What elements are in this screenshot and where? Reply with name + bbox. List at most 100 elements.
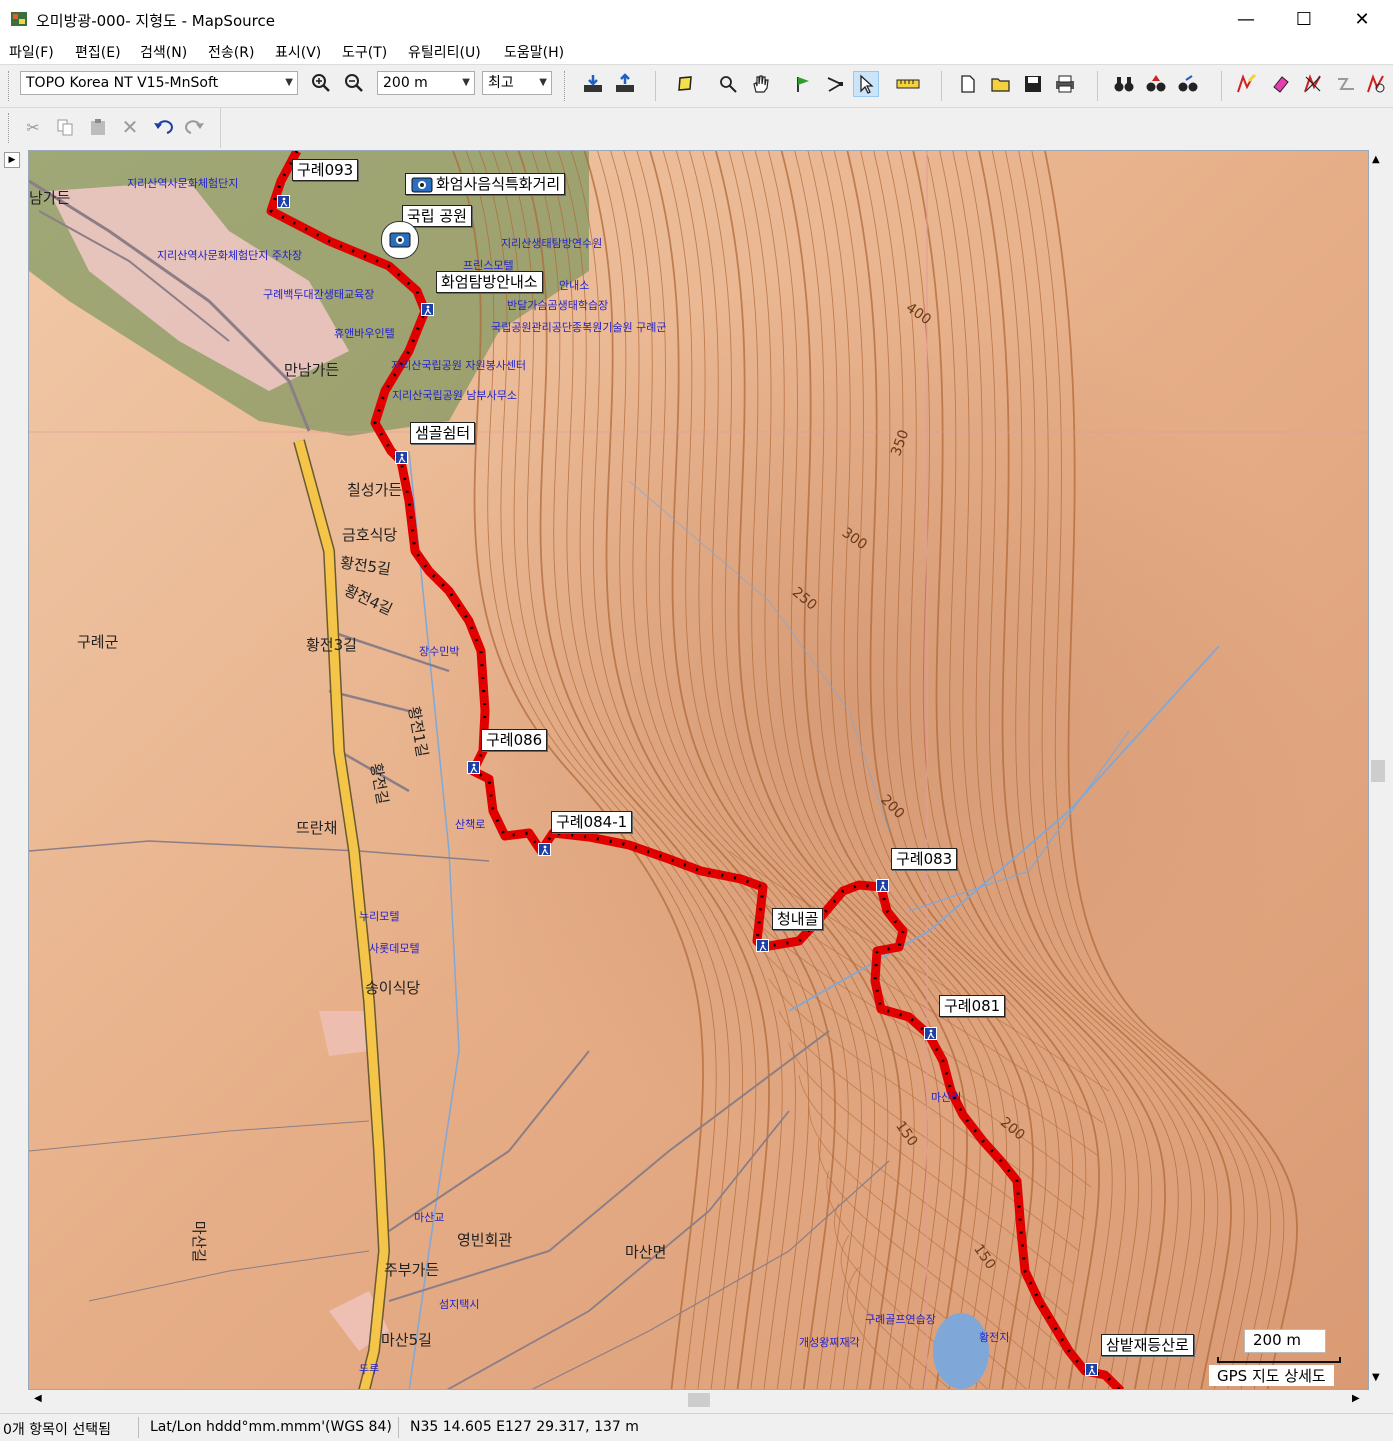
track-reverse-icon[interactable] — [1363, 71, 1389, 97]
scroll-down-icon[interactable]: ▼ — [1372, 1372, 1380, 1383]
track-divide-icon[interactable] — [1300, 71, 1326, 97]
menu-view[interactable]: 표시(V) — [275, 42, 321, 62]
place-label: 누리모텔 — [359, 910, 400, 923]
window-title: 오미방광-000- 지형도 - MapSource — [36, 12, 275, 30]
hiker-icon[interactable] — [467, 761, 480, 774]
place-label: 황전3길 — [306, 636, 357, 654]
waypoint-label[interactable]: 구례086 — [481, 729, 548, 751]
zoom-out-icon[interactable] — [341, 70, 367, 96]
toolbar-separator — [1097, 71, 1098, 101]
hiker-icon[interactable] — [277, 195, 290, 208]
waypoint-label[interactable]: 청내골 — [772, 908, 824, 930]
zoom-scale-value: 200 m — [383, 75, 428, 91]
select-cursor-icon[interactable] — [853, 71, 879, 97]
camera-icon — [381, 221, 419, 259]
waypoint-label[interactable]: 구례084-1 — [551, 811, 633, 833]
paste-icon[interactable] — [85, 114, 111, 140]
map-terrain[interactable] — [29, 151, 1369, 1390]
menu-tools[interactable]: 도구(T) — [342, 42, 387, 62]
hiker-icon[interactable] — [756, 939, 769, 952]
open-folder-icon[interactable] — [988, 71, 1014, 97]
menu-utilities[interactable]: 유틸리티(U) — [408, 42, 481, 62]
menu-transfer[interactable]: 전송(R) — [208, 42, 254, 62]
track-draw-icon[interactable] — [1233, 71, 1259, 97]
main-toolbar: TOPO Korea NT V15-MnSoft ▼ 200 m ▼ 최고 ▼ — [0, 65, 1393, 108]
menu-find[interactable]: 검색(N) — [140, 42, 187, 62]
mapsource-app-icon[interactable] — [10, 10, 28, 28]
menu-edit[interactable]: 편집(E) — [75, 42, 121, 62]
waypoint-label[interactable]: 삼밭재등산로 — [1101, 1334, 1194, 1356]
detail-select[interactable]: 최고 ▼ — [482, 71, 552, 95]
poi-label: 프린스모텔 — [463, 259, 514, 272]
scroll-left-icon[interactable]: ◀ — [34, 1393, 42, 1404]
hiker-icon[interactable] — [538, 843, 551, 856]
measure-ruler-icon[interactable] — [895, 71, 921, 97]
sidebar-collapsed-panel: ▶ — [0, 150, 28, 1412]
scroll-right-icon[interactable]: ▶ — [1352, 1393, 1360, 1404]
hiker-icon[interactable] — [1085, 1363, 1098, 1376]
hand-pan-icon[interactable] — [747, 71, 773, 97]
zoom-scale-select[interactable]: 200 m ▼ — [377, 71, 475, 95]
poi-label: 국립공원관리공단종복원기술원 구례군 — [491, 321, 667, 334]
toolbar-grip[interactable] — [564, 71, 568, 101]
waypoint-flag-icon[interactable] — [790, 71, 816, 97]
find-binoculars-icon[interactable] — [1111, 71, 1137, 97]
scale-bar — [1217, 1357, 1341, 1363]
zoom-in-icon[interactable] — [308, 70, 334, 96]
close-button[interactable]: ✕ — [1333, 0, 1391, 38]
minimize-button[interactable]: — — [1217, 0, 1275, 38]
waypoint-label[interactable]: 구례081 — [939, 995, 1006, 1017]
toolbar-grip[interactable] — [8, 113, 12, 143]
track-join-icon[interactable] — [1333, 71, 1359, 97]
hiker-icon[interactable] — [421, 303, 434, 316]
maximize-button[interactable]: ☐ — [1275, 0, 1333, 38]
copy-icon[interactable] — [52, 114, 78, 140]
poi-label: 지리산국립공원 남부사무소 — [392, 389, 517, 402]
menu-help[interactable]: 도움말(H) — [504, 42, 564, 62]
chevron-down-icon: ▼ — [539, 77, 547, 88]
delete-x-icon[interactable]: ✕ — [117, 114, 143, 140]
hiker-icon[interactable] — [395, 451, 408, 464]
status-divider — [138, 1417, 139, 1438]
camera-icon — [411, 175, 433, 193]
waypoint-label[interactable]: 샘골쉼터 — [410, 422, 476, 444]
waypoint-label[interactable]: 화엄탐방안내소 — [436, 271, 543, 293]
print-icon[interactable] — [1052, 71, 1078, 97]
scroll-thumb[interactable] — [688, 1393, 710, 1407]
vertical-scrollbar[interactable]: ▲ ▼ — [1369, 150, 1387, 1390]
toolbar-separator — [1221, 71, 1222, 101]
undo-icon[interactable] — [150, 114, 176, 140]
map-product-select[interactable]: TOPO Korea NT V15-MnSoft ▼ — [20, 71, 298, 95]
chevron-down-icon: ▼ — [285, 77, 293, 88]
scroll-thumb[interactable] — [1371, 760, 1385, 782]
find-nearby-icon[interactable] — [1175, 71, 1201, 97]
scale-label-box: 200 m — [1244, 1329, 1326, 1353]
place-label: 마산리 — [931, 1091, 962, 1104]
receive-from-device-icon[interactable] — [580, 71, 606, 97]
find-places-icon[interactable] — [1143, 71, 1169, 97]
route-tool-icon[interactable] — [822, 71, 848, 97]
hiker-icon[interactable] — [876, 879, 889, 892]
eraser-icon[interactable] — [1267, 71, 1293, 97]
new-document-icon[interactable] — [955, 71, 981, 97]
zoom-tool-icon[interactable] — [715, 71, 741, 97]
toolbar-grip[interactable] — [8, 71, 12, 101]
send-to-device-icon[interactable] — [612, 71, 638, 97]
redo-icon[interactable] — [182, 114, 208, 140]
poi-label: 구례골프연습장 — [865, 1313, 936, 1326]
cut-scissors-icon[interactable]: ✂ — [20, 114, 46, 140]
horizontal-scrollbar[interactable]: ◀ ▶ — [28, 1390, 1369, 1410]
scroll-up-icon[interactable]: ▲ — [1372, 154, 1380, 165]
poi-label: 개성왕찌재각 — [799, 1336, 860, 1349]
waypoint-label[interactable]: 구례083 — [891, 848, 958, 870]
expand-panel-button[interactable]: ▶ — [4, 152, 20, 168]
menu-file[interactable]: 파일(F) — [9, 42, 54, 62]
save-disk-icon[interactable] — [1020, 71, 1046, 97]
waypoint-label[interactable]: 구례093 — [292, 159, 359, 181]
hiker-icon[interactable] — [924, 1027, 937, 1040]
poi-label: 지리산생태탐방연수원 — [501, 237, 603, 250]
coordinate-format: Lat/Lon hddd°mm.mmm'(WGS 84) — [150, 1419, 392, 1435]
map-tool-icon[interactable] — [672, 71, 698, 97]
map-view[interactable]: 구례093 화엄사음식특화거리 국립 공원 화엄탐방안내소 샘골쉼터 구례086… — [28, 150, 1369, 1390]
toolbar-separator — [655, 71, 656, 101]
